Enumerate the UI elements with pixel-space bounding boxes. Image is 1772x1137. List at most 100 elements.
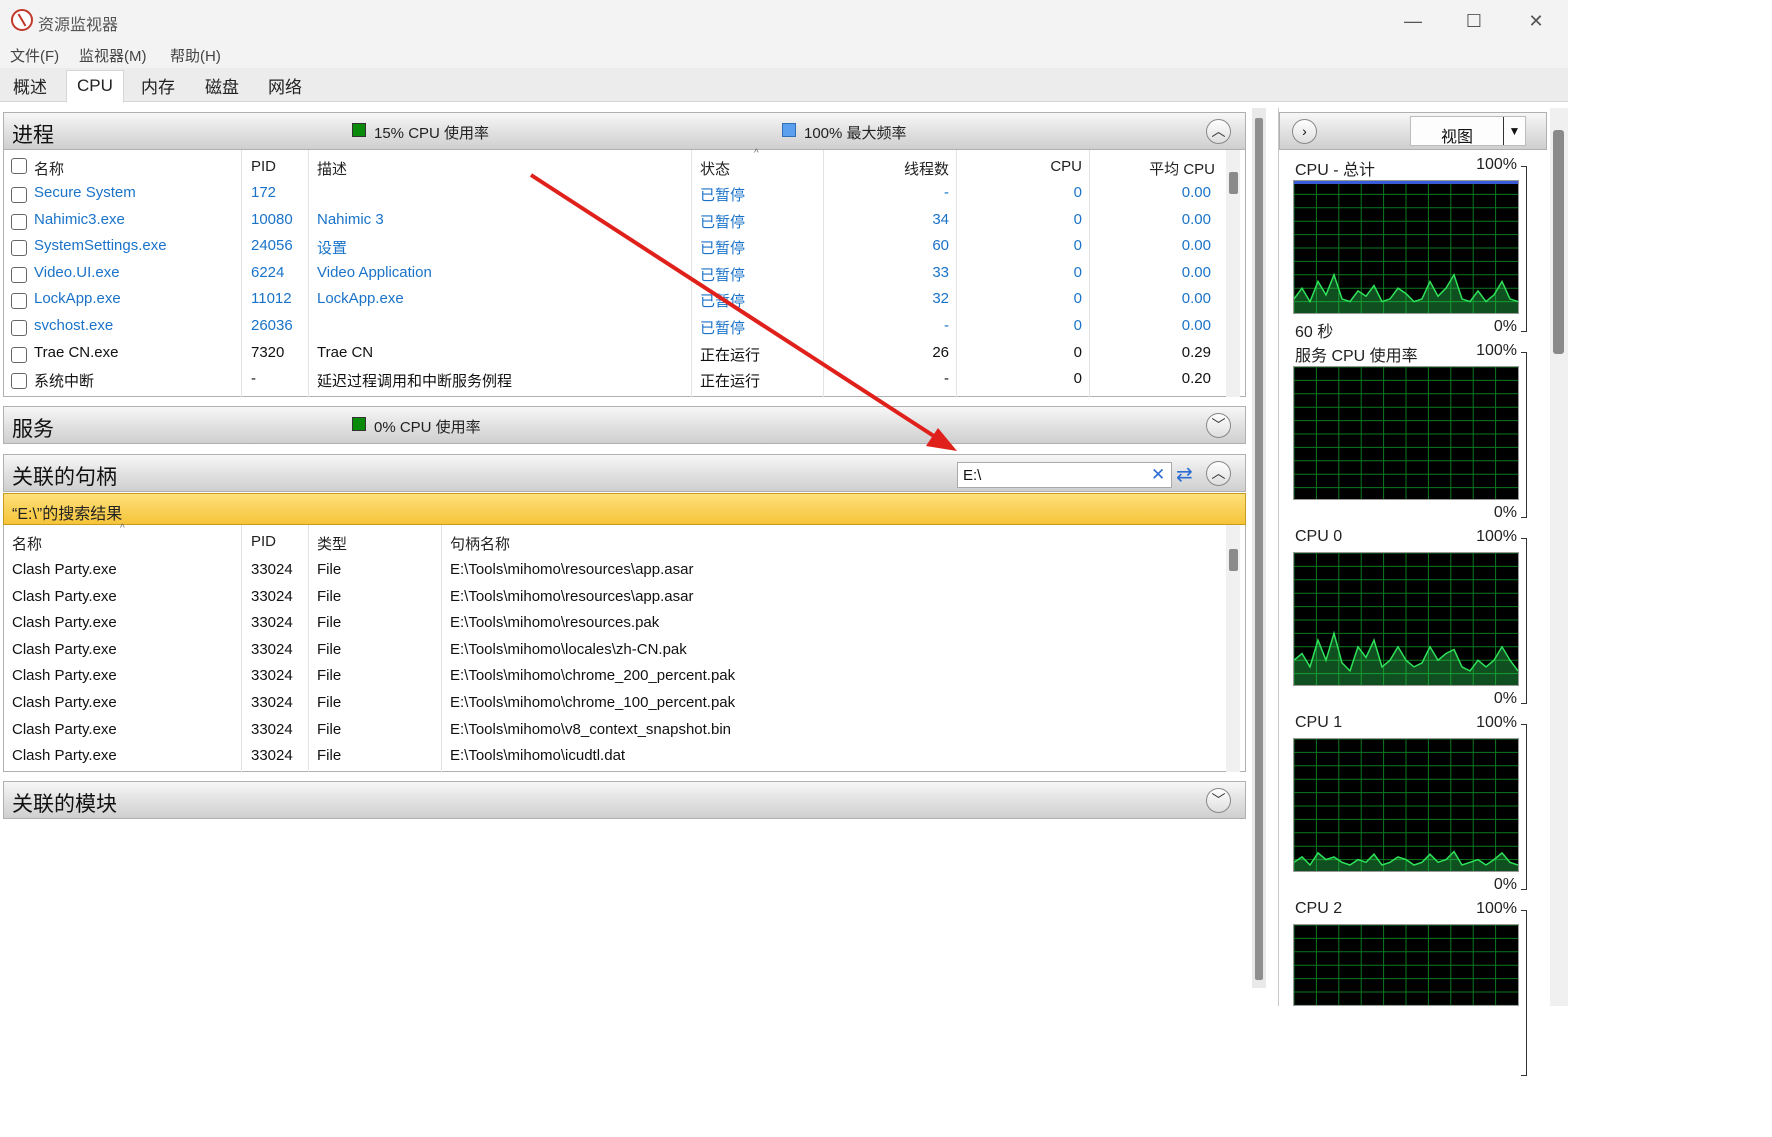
graph-min-label: 0%	[1493, 318, 1517, 335]
refresh-icon[interactable]: ⇄	[1176, 463, 1200, 487]
handle-type: File	[317, 747, 342, 765]
processes-max-frequency: 100% 最大频率	[804, 125, 907, 142]
sort-caret-icon: ^	[120, 523, 125, 534]
handle-process-name: Clash Party.exe	[12, 614, 117, 632]
row-checkbox[interactable]	[11, 373, 27, 390]
process-cpu: 0	[1073, 370, 1082, 388]
cpu-graph	[1293, 366, 1519, 500]
tab-overview[interactable]: 概述	[2, 72, 58, 102]
process-threads: -	[944, 184, 949, 201]
processes-scrollbar[interactable]	[1226, 150, 1240, 397]
handle-name: E:\Tools\mihomo\resources.pak	[450, 614, 660, 632]
process-name: 系统中断	[34, 373, 95, 391]
modules-title: 关联的模块	[12, 793, 117, 816]
tab-cpu[interactable]: CPU	[66, 70, 124, 103]
process-status: 已暂停	[700, 213, 746, 231]
handle-col-header-type[interactable]: 类型	[317, 533, 347, 554]
handle-col-header-pid[interactable]: PID	[251, 533, 276, 550]
process-cpu: 0	[1073, 290, 1082, 308]
process-avg-cpu: 0.00	[1181, 237, 1211, 255]
handle-search-input[interactable]: E:\ ✕	[957, 462, 1172, 488]
col-header-avg-cpu[interactable]: 平均 CPU	[1096, 158, 1215, 179]
handle-name: E:\Tools\mihomo\locales\zh-CN.pak	[450, 640, 687, 658]
process-cpu: 0	[1073, 263, 1082, 281]
process-cpu: 0	[1073, 317, 1082, 334]
row-checkbox[interactable]	[11, 213, 27, 230]
chevron-down-icon[interactable]: ﹀	[1206, 413, 1231, 438]
clear-x-icon[interactable]: ✕	[1151, 465, 1165, 485]
row-checkbox[interactable]	[11, 187, 27, 203]
process-description: Trae CN	[317, 343, 374, 361]
handles-scrollbar[interactable]	[1226, 525, 1240, 772]
handle-pid: 33024	[251, 720, 293, 738]
graph-scale-bracket	[1521, 352, 1527, 518]
tab-memory[interactable]: 内存	[130, 72, 186, 102]
graph-title: CPU 1	[1295, 714, 1343, 731]
window-title: 资源监视器	[38, 17, 119, 34]
sort-caret-icon: ^	[754, 148, 759, 159]
cpu-graph	[1293, 924, 1519, 1006]
cpu-usage-indicator	[352, 123, 366, 137]
process-avg-cpu: 0.00	[1181, 263, 1211, 281]
process-avg-cpu: 0.20	[1181, 370, 1211, 388]
process-threads: -	[944, 317, 949, 334]
menu-help[interactable]: 帮助(H)	[170, 45, 221, 66]
row-checkbox[interactable]	[11, 240, 27, 257]
tab-network[interactable]: 网络	[257, 72, 313, 102]
chevron-up-icon[interactable]: ︿	[1206, 461, 1231, 486]
max-frequency-indicator	[782, 123, 796, 137]
menu-bar: 文件(F) 监视器(M) 帮助(H)	[0, 42, 1568, 68]
handle-col-header-name[interactable]: 名称	[12, 533, 42, 554]
view-button[interactable]: 视图 ▼	[1410, 116, 1526, 146]
maximize-button[interactable]: ☐	[1459, 8, 1489, 34]
tab-bar: 概述 CPU 内存 磁盘 网络	[0, 68, 1568, 103]
handle-col-header-handle-name[interactable]: 句柄名称	[450, 533, 510, 554]
col-header-pid[interactable]: PID	[251, 158, 276, 175]
row-checkbox[interactable]	[11, 346, 27, 363]
cpu-graph	[1293, 552, 1519, 686]
process-status: 已暂停	[700, 187, 746, 204]
main-scroll-thumb[interactable]	[1255, 118, 1263, 980]
handle-process-name: Clash Party.exe	[12, 640, 117, 658]
select-all-checkbox[interactable]	[11, 158, 27, 174]
menu-file[interactable]: 文件(F)	[10, 45, 59, 66]
handle-process-name: Clash Party.exe	[12, 667, 117, 685]
handles-scroll-thumb[interactable]	[1229, 549, 1238, 571]
cpu-graph	[1293, 180, 1519, 314]
graph-scale-bracket	[1521, 166, 1527, 332]
process-description: Nahimic 3	[317, 210, 384, 228]
chevron-down-icon[interactable]: ﹀	[1206, 788, 1231, 813]
handle-type: File	[317, 587, 342, 605]
handle-pid: 33024	[251, 640, 293, 658]
graph-pane-scroll-thumb[interactable]	[1553, 130, 1564, 354]
handle-name: E:\Tools\mihomo\resources\app.asar	[450, 587, 694, 605]
graph-title: CPU 2	[1295, 900, 1343, 917]
minimize-button[interactable]: —	[1398, 8, 1428, 34]
tab-disk[interactable]: 磁盘	[194, 72, 250, 102]
close-button[interactable]: ✕	[1521, 8, 1551, 34]
handles-header[interactable]: 关联的句柄 E:\ ✕ ⇄ ︿	[3, 454, 1246, 492]
col-header-status[interactable]: 状态	[700, 158, 730, 179]
process-threads: 32	[932, 290, 949, 308]
process-pid: 172	[251, 184, 277, 201]
modules-header[interactable]: 关联的模块 ﹀	[3, 781, 1246, 819]
process-avg-cpu: 0.29	[1181, 343, 1211, 361]
processes-header[interactable]: 进程 15% CPU 使用率 100% 最大频率 ︿	[3, 112, 1246, 150]
col-header-threads[interactable]: 线程数	[834, 158, 949, 179]
chevron-right-icon[interactable]: ›	[1292, 119, 1317, 144]
row-checkbox[interactable]	[11, 266, 27, 283]
processes-scroll-thumb[interactable]	[1229, 172, 1238, 194]
view-label: 视图	[1441, 129, 1474, 146]
row-checkbox[interactable]	[11, 320, 27, 336]
col-header-name[interactable]: 名称	[34, 158, 64, 179]
dropdown-arrow-icon[interactable]: ▼	[1503, 117, 1525, 145]
resource-monitor-icon	[11, 9, 33, 31]
chevron-up-icon[interactable]: ︿	[1206, 119, 1231, 144]
col-header-cpu[interactable]: CPU	[964, 158, 1082, 175]
process-pid: 7320	[251, 343, 285, 361]
menu-monitor[interactable]: 监视器(M)	[79, 45, 147, 66]
col-header-description[interactable]: 描述	[317, 158, 347, 179]
row-checkbox[interactable]	[11, 293, 27, 310]
handles-title: 关联的句柄	[12, 466, 117, 489]
services-header[interactable]: 服务 0% CPU 使用率 ﹀	[3, 406, 1246, 444]
